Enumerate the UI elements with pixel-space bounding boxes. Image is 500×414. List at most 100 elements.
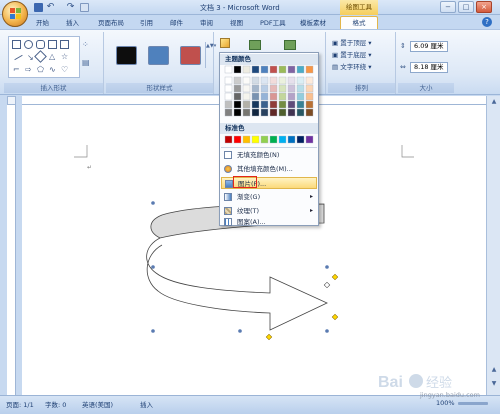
tab-page-layout[interactable]: 页面布局 [98,17,124,29]
gradient-fill-item[interactable]: 渐变(G) ▸ [221,191,317,203]
theme-color-swatch[interactable] [260,108,269,117]
shadow-effect-icon[interactable] [249,40,261,50]
theme-color-swatch[interactable] [260,92,269,101]
standard-color-swatch[interactable] [242,135,251,144]
theme-color-swatch[interactable] [224,92,233,101]
theme-color-swatch[interactable] [224,108,233,117]
standard-color-swatch[interactable] [287,135,296,144]
theme-color-swatch[interactable] [242,100,251,109]
vertical-ruler[interactable] [7,105,16,395]
3d-effect-icon[interactable] [284,40,296,50]
theme-color-swatch[interactable] [287,100,296,109]
heart-shape-icon[interactable]: ♡ [61,65,68,74]
line-shape-icon[interactable] [14,54,23,61]
theme-color-swatch[interactable] [224,76,233,85]
standard-color-swatch[interactable] [260,135,269,144]
theme-color-swatch[interactable] [251,65,260,74]
theme-color-swatch[interactable] [233,76,242,85]
theme-color-swatch[interactable] [278,92,287,101]
standard-color-swatch[interactable] [233,135,242,144]
vertical-scrollbar[interactable]: ▲ ▲ ▼ [486,96,500,395]
theme-color-swatch[interactable] [278,100,287,109]
next-page-icon[interactable]: ▼ [489,380,499,390]
tab-template-material[interactable]: 模板素材 [300,17,326,29]
theme-color-swatch[interactable] [287,108,296,117]
tab-insert[interactable]: 插入 [66,17,79,29]
theme-color-swatch[interactable] [269,84,278,93]
theme-color-swatch[interactable] [305,84,314,93]
theme-color-swatch[interactable] [251,100,260,109]
adjust-handle[interactable] [323,281,331,289]
theme-color-swatch[interactable] [269,65,278,74]
pattern-fill-item[interactable]: 图案(A)... [221,217,317,227]
theme-color-swatch[interactable] [233,108,242,117]
theme-color-swatch[interactable] [233,84,242,93]
theme-color-swatch[interactable] [224,65,233,74]
block-arrow-shape-icon[interactable]: ⇨ [25,65,32,74]
shape-fill-icon[interactable] [220,38,230,48]
selection-handle[interactable] [151,201,155,205]
zoom-level[interactable]: 100% [436,399,455,407]
shapes-gallery[interactable]: ↘ △ ☆ ⌐ ⇨ ⬠ ∿ ♡ [8,36,80,78]
minimize-button[interactable]: − [440,1,456,13]
tab-mailings[interactable]: 邮件 [170,17,183,29]
theme-color-swatch[interactable] [287,92,296,101]
undo-icon[interactable]: ↶ [46,3,55,12]
theme-color-swatch[interactable] [287,84,296,93]
redo-icon[interactable]: ↷ [66,3,75,12]
selection-handle[interactable] [238,329,242,333]
more-fill-colors-item[interactable]: 其他填充颜色(M)... [221,163,317,175]
print-preview-icon[interactable] [80,3,89,12]
theme-color-swatch[interactable] [269,108,278,117]
theme-color-swatch[interactable] [305,108,314,117]
theme-color-swatch[interactable] [287,76,296,85]
selection-handle[interactable] [325,329,329,333]
no-fill-item[interactable]: 无填充颜色(N) [221,149,317,161]
standard-color-row[interactable] [220,135,318,145]
ruler-toggle-icon[interactable] [7,96,16,105]
theme-color-swatch[interactable] [233,92,242,101]
theme-color-swatch[interactable] [269,100,278,109]
theme-color-swatch[interactable] [233,100,242,109]
text-wrapping-button[interactable]: ▤ 文字环绕 ▾ [332,63,372,72]
standard-color-swatch[interactable] [278,135,287,144]
standard-color-swatch[interactable] [305,135,314,144]
tab-view[interactable]: 视图 [230,17,243,29]
prev-page-icon[interactable]: ▲ [489,366,499,376]
oval-shape-icon[interactable] [24,40,33,49]
bring-to-front-button[interactable]: ▣ 置于顶层 ▾ [332,39,372,48]
triangle-shape-icon[interactable]: △ [49,52,55,61]
standard-color-swatch[interactable] [251,135,260,144]
diamond-shape-icon[interactable] [34,50,47,63]
theme-color-palette[interactable] [220,65,318,121]
save-icon[interactable] [34,3,43,12]
standard-color-swatch[interactable] [296,135,305,144]
theme-color-swatch[interactable] [305,100,314,109]
theme-color-swatch[interactable] [224,100,233,109]
office-button[interactable] [2,1,28,27]
star-shape-icon[interactable]: ☆ [61,52,68,61]
styles-scroll-icon[interactable]: ▲▼▾ [205,42,216,68]
theme-color-swatch[interactable] [296,92,305,101]
standard-color-swatch[interactable] [224,135,233,144]
theme-color-swatch[interactable] [296,84,305,93]
theme-color-swatch[interactable] [251,84,260,93]
theme-color-swatch[interactable] [278,65,287,74]
rectangle-shape-icon[interactable] [12,40,21,49]
scroll-up-icon[interactable]: ▲ [489,98,499,108]
tab-references[interactable]: 引用 [140,17,153,29]
rounded-rect-shape-icon[interactable] [36,40,45,49]
selection-handle[interactable] [151,329,155,333]
theme-color-swatch[interactable] [296,76,305,85]
theme-color-swatch[interactable] [251,92,260,101]
width-spinner[interactable]: 8.18 厘米 [410,62,448,73]
theme-color-swatch[interactable] [242,65,251,74]
draw-textbox-icon[interactable]: ▤ [82,58,90,67]
style-black-swatch[interactable] [116,46,137,65]
page-count[interactable]: 页面: 1/1 [6,399,34,409]
style-red-swatch[interactable] [180,46,201,65]
theme-color-swatch[interactable] [260,76,269,85]
theme-color-swatch[interactable] [242,84,251,93]
zoom-slider[interactable] [458,402,488,405]
tab-format[interactable]: 格式 [340,16,378,29]
